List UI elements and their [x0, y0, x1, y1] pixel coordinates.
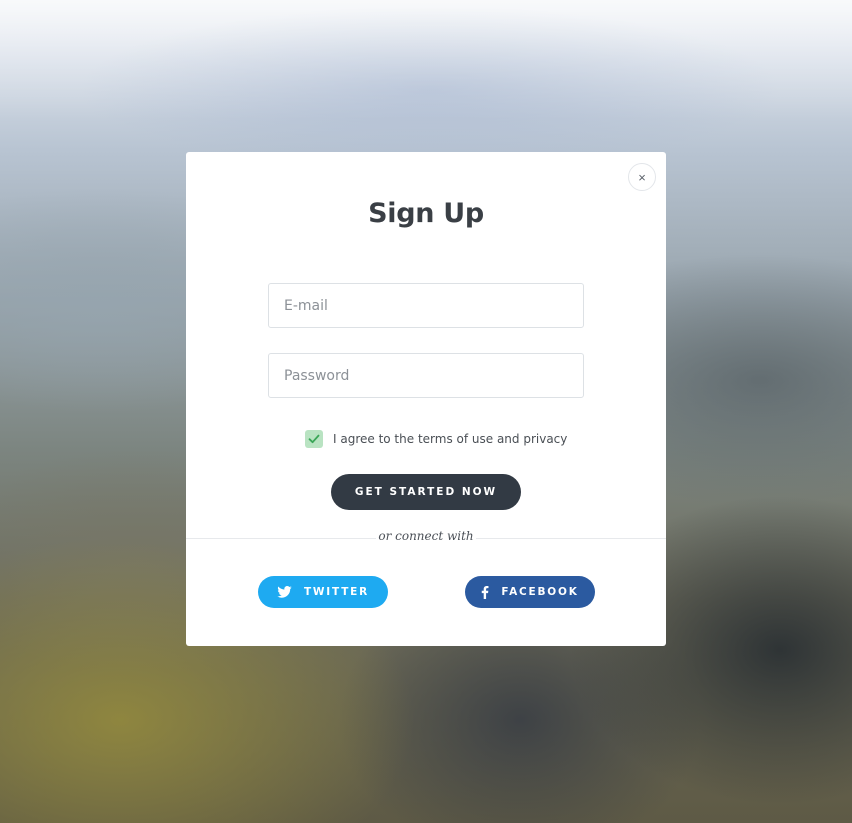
checkmark-icon — [308, 434, 320, 444]
password-field[interactable] — [268, 353, 584, 398]
close-icon: × — [638, 169, 646, 185]
modal-title: Sign Up — [368, 198, 484, 229]
connect-with-label: or connect with — [376, 529, 476, 543]
facebook-label: FACEBOOK — [501, 586, 579, 598]
twitter-label: TWITTER — [303, 586, 370, 598]
facebook-button[interactable]: FACEBOOK — [465, 576, 595, 608]
email-field[interactable] — [268, 283, 584, 328]
twitter-icon — [277, 586, 292, 598]
terms-label: I agree to the terms of use and privacy — [333, 432, 568, 446]
close-button[interactable]: × — [628, 163, 656, 191]
get-started-button[interactable]: GET STARTED NOW — [331, 474, 521, 510]
facebook-icon — [481, 585, 489, 599]
terms-agreement: I agree to the terms of use and privacy — [305, 430, 567, 448]
twitter-button[interactable]: TWITTER — [258, 576, 388, 608]
signup-modal: × Sign Up I agree to the terms of use an… — [186, 152, 666, 646]
terms-checkbox[interactable] — [305, 430, 323, 448]
